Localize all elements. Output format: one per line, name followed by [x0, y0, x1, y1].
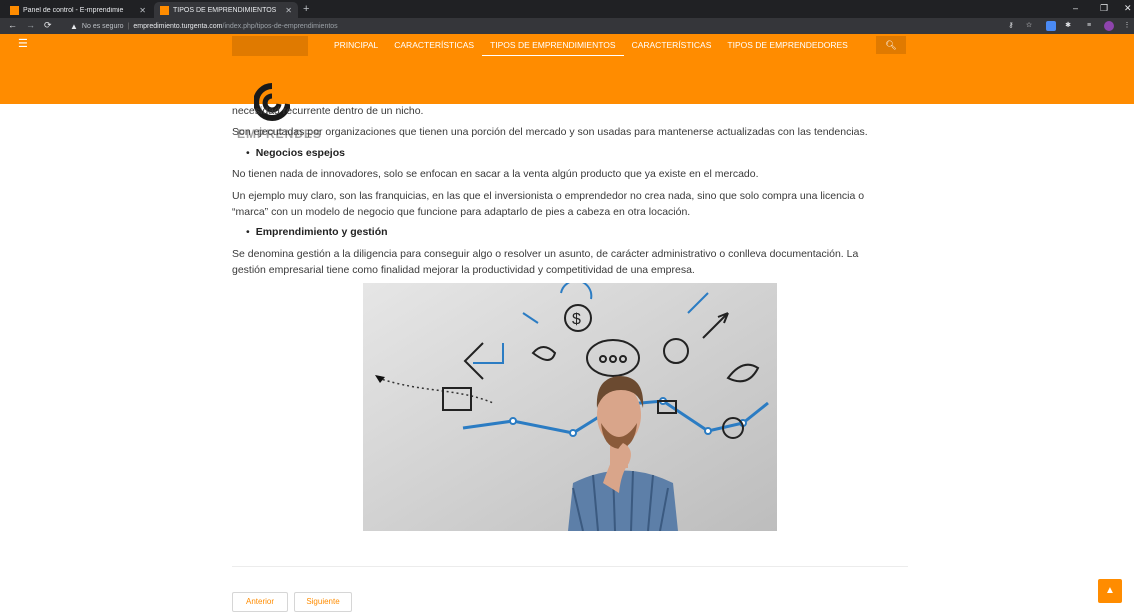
search-icon: 🔍︎ [885, 40, 897, 50]
profile-avatar[interactable] [1104, 21, 1114, 31]
menu-dots-icon[interactable]: ⋮ [1122, 21, 1132, 31]
restore-window-icon[interactable]: ❐ [1100, 3, 1108, 14]
close-tab-icon[interactable]: ✕ [285, 6, 292, 15]
browser-tab-panel[interactable]: Panel de control - E-mprendimie ✕ [4, 2, 152, 18]
paragraph: Se denomina gestión a la diligencia para… [232, 248, 859, 260]
url-path: /index.php/tipos-de-emprendimientos [222, 22, 338, 30]
site-favicon-icon [10, 5, 19, 15]
chevron-up-icon: ▲ [1105, 585, 1115, 596]
svg-text:$: $ [572, 311, 581, 328]
paragraph: No tienen nada de innovadores, solo se e… [232, 168, 759, 180]
site-header: ☰ PRINCIPAL CARACTERÍSTICAS TIPOS DE EMP… [0, 34, 1134, 104]
browser-address-bar: ← → ⟳ ▲ No es seguro | empredimiento.tur… [0, 18, 1134, 34]
close-window-icon[interactable]: ✕ [1124, 3, 1132, 14]
paragraph: gestión empresarial tiene como finalidad… [232, 264, 695, 276]
list-item: • Emprendimiento y gestión [246, 225, 388, 240]
search-button[interactable]: 🔍︎ [876, 36, 906, 54]
back-arrow-icon[interactable]: ← [8, 20, 17, 30]
url-field[interactable]: ▲ No es seguro | empredimiento.turgenta.… [70, 19, 1015, 33]
list-item: • Negocios espejos [246, 146, 345, 161]
tab-title: Panel de control - E-mprendimie [23, 6, 124, 14]
hero-image: $ [363, 283, 777, 531]
nav-item-principal[interactable]: PRINCIPAL [326, 34, 386, 56]
business-doodle-illustration: $ [363, 283, 777, 531]
content-divider [232, 566, 908, 567]
logo-placeholder[interactable] [232, 36, 308, 56]
queue-icon[interactable]: ≡ [1084, 21, 1094, 31]
section-heading: Emprendimiento y gestión [255, 226, 388, 238]
paragraph: necesidad recurrente dentro de un nicho. [232, 105, 424, 117]
reload-icon[interactable]: ⟳ [44, 20, 52, 31]
tab-title: TIPOS DE EMPRENDIMIENTOS [173, 6, 277, 14]
browser-tab-tipos[interactable]: TIPOS DE EMPRENDIMIENTOS ✕ [154, 2, 298, 18]
url-host: empredimiento.turgenta.com [133, 22, 223, 30]
warning-icon: ▲ [70, 21, 78, 31]
bullet-icon: • [246, 147, 250, 159]
browser-tab-bar: Panel de control - E-mprendimie ✕ TIPOS … [0, 0, 1134, 18]
next-button[interactable]: Siguiente [294, 592, 352, 612]
nav-item-tipos-emprendedores[interactable]: TIPOS DE EMPRENDEDORES [719, 34, 855, 56]
extension-blue-icon[interactable] [1046, 21, 1056, 31]
close-tab-icon[interactable]: ✕ [139, 6, 146, 15]
paragraph: “marca” con un modelo de negocio que fun… [232, 206, 691, 218]
key-icon[interactable]: ⚷ [1006, 21, 1016, 31]
nav-item-caracteristicas[interactable]: CARACTERÍSTICAS [386, 34, 482, 56]
back-to-top-button[interactable]: ▲ [1098, 579, 1122, 603]
nav-item-caracteristicas-2[interactable]: CARACTERÍSTICAS [624, 34, 720, 56]
star-icon[interactable]: ☆ [1024, 21, 1034, 31]
url-separator: | [127, 22, 130, 30]
security-label: No es seguro [81, 22, 124, 30]
minimize-window-icon[interactable]: – [1073, 3, 1078, 13]
section-heading: Negocios espejos [255, 147, 345, 159]
paragraph: Son ejecutadas por organizaciones que ti… [232, 126, 868, 138]
bullet-icon: • [246, 226, 250, 238]
new-tab-button[interactable]: + [303, 3, 309, 15]
nav-item-tipos-emprendimientos[interactable]: TIPOS DE EMPRENDIMIENTOS [482, 34, 624, 56]
previous-button[interactable]: Anterior [232, 592, 288, 612]
forward-arrow-icon[interactable]: → [26, 20, 35, 30]
paragraph: Un ejemplo muy claro, son las franquicia… [232, 190, 865, 202]
hamburger-menu-icon[interactable]: ☰ [18, 37, 28, 50]
puzzle-icon[interactable]: ✱ [1063, 21, 1073, 31]
main-navigation: PRINCIPAL CARACTERÍSTICAS TIPOS DE EMPRE… [326, 34, 856, 56]
site-favicon-icon [160, 5, 169, 15]
